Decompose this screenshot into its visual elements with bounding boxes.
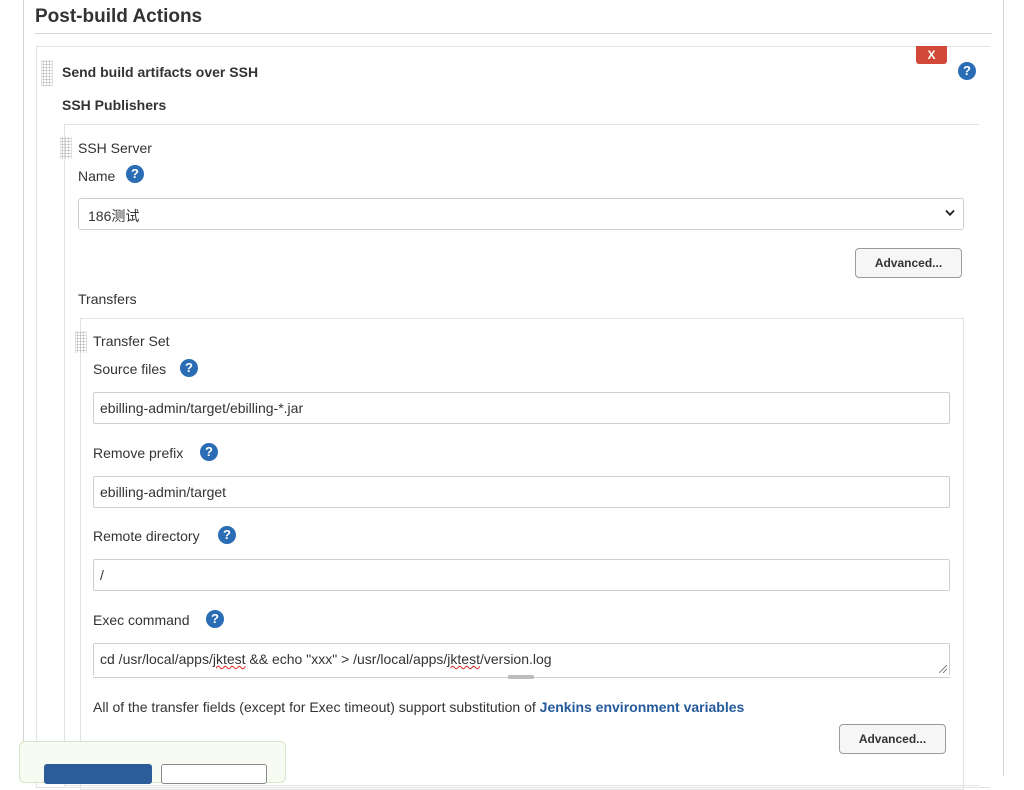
transfer-advanced-button[interactable]: Advanced...	[839, 724, 946, 754]
name-label: Name	[78, 168, 116, 184]
help-icon[interactable]: ?	[206, 610, 224, 628]
transfers-label: Transfers	[78, 291, 137, 307]
exec-command-misspelled: jktest	[212, 651, 246, 667]
apply-button[interactable]	[161, 764, 267, 784]
jenkins-env-vars-link[interactable]: Jenkins environment variables	[540, 699, 745, 715]
exec-command-part: /version.log	[479, 651, 552, 667]
remote-directory-label: Remote directory	[93, 528, 200, 544]
exec-command-misspelled: jktest	[447, 651, 480, 667]
transfer-set-box	[80, 318, 964, 790]
source-files-input[interactable]: ebilling-admin/target/ebilling-*.jar	[93, 392, 950, 424]
chevron-down-icon	[945, 206, 955, 220]
remove-prefix-input[interactable]: ebilling-admin/target	[93, 476, 950, 508]
help-icon[interactable]: ?	[200, 443, 218, 461]
server-advanced-button[interactable]: Advanced...	[855, 248, 962, 278]
exec-command-part: && echo "xxx" > /usr/local/apps/	[245, 651, 448, 667]
post-build-actions-panel: Post-build Actions Send build artifacts …	[23, 0, 1004, 790]
transfer-note: All of the transfer fields (except for E…	[93, 699, 744, 715]
help-icon[interactable]: ?	[218, 526, 236, 544]
ssh-server-title: SSH Server	[78, 140, 152, 156]
exec-command-textarea[interactable]: cd /usr/local/apps/jktest && echo "xxx" …	[93, 643, 950, 675]
save-button[interactable]	[44, 764, 152, 784]
help-icon[interactable]: ?	[958, 62, 976, 80]
source-files-label: Source files	[93, 361, 167, 377]
exec-command-part: cd /usr/local/apps/	[100, 651, 213, 667]
remove-prefix-label: Remove prefix	[93, 445, 184, 461]
section-title: Post-build Actions	[35, 6, 203, 27]
resize-handle-icon[interactable]	[939, 665, 947, 673]
transfer-set-title: Transfer Set	[93, 333, 170, 349]
textarea-grip-icon[interactable]	[508, 675, 534, 679]
help-icon[interactable]: ?	[180, 359, 198, 377]
drag-handle-icon[interactable]	[75, 331, 87, 353]
exec-command-label: Exec command	[93, 612, 190, 628]
publisher-title: Send build artifacts over SSH	[62, 64, 259, 80]
transfer-note-text: All of the transfer fields (except for E…	[93, 699, 540, 715]
help-icon[interactable]: ?	[126, 165, 144, 183]
drag-handle-icon[interactable]	[41, 60, 53, 86]
remote-directory-input[interactable]: /	[93, 559, 950, 591]
ssh-publishers-label: SSH Publishers	[62, 97, 167, 113]
ssh-server-name-select[interactable]: 186测试	[78, 198, 964, 230]
section-divider	[35, 33, 992, 34]
drag-handle-icon[interactable]	[60, 137, 72, 159]
ssh-server-name-value: 186测试	[88, 208, 140, 224]
delete-publisher-button[interactable]: X	[916, 46, 947, 64]
